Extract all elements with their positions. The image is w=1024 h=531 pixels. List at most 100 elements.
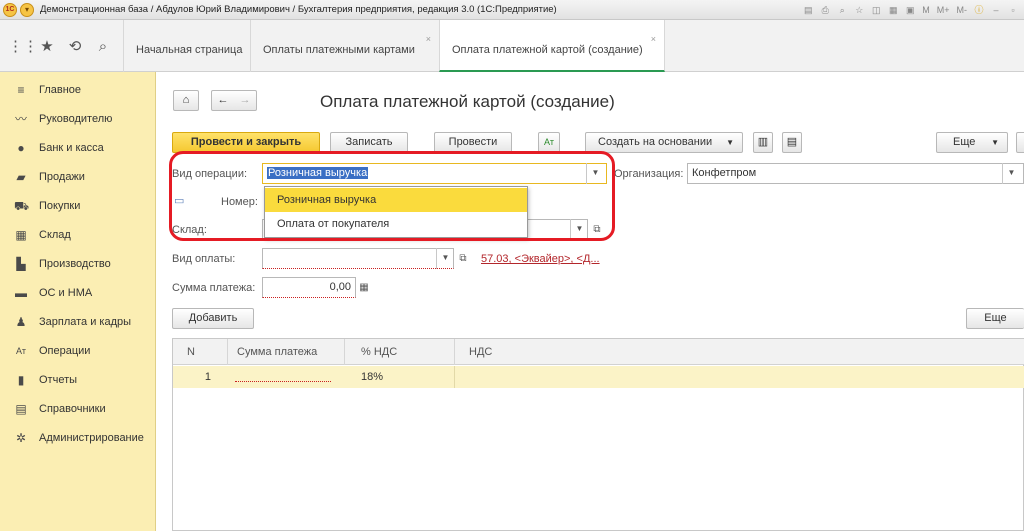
history-icon[interactable]: ◫ bbox=[869, 3, 883, 17]
sidebar-item-manager[interactable]: 〰 Руководителю bbox=[0, 105, 156, 134]
post-and-close-button[interactable]: Провести и закрыть bbox=[172, 132, 320, 153]
add-button[interactable]: Добавить bbox=[172, 308, 254, 329]
column-n[interactable]: N bbox=[173, 339, 228, 365]
main-menu-icon[interactable]: ▾ bbox=[20, 3, 34, 17]
history-clock-icon[interactable]: ⟲ bbox=[66, 38, 84, 56]
tab-card-payments[interactable]: Оплаты платежными картами × bbox=[250, 20, 439, 72]
sidebar-item-label: Производство bbox=[39, 258, 111, 270]
sidebar-item-production[interactable]: ▙ Производство bbox=[0, 250, 156, 279]
sidebar-item-salary[interactable]: ♟ Зарплата и кадры bbox=[0, 308, 156, 337]
search-icon[interactable]: ⌕ bbox=[835, 3, 849, 17]
print-icon[interactable]: ▥ bbox=[753, 132, 773, 153]
chevron-down-icon: ▼ bbox=[726, 138, 734, 147]
table-row[interactable]: 1 18% bbox=[173, 366, 1024, 388]
close-icon[interactable]: ▫ bbox=[1006, 3, 1020, 17]
print-icon[interactable]: ⎙ bbox=[818, 3, 832, 17]
person-icon: ♟ bbox=[15, 315, 27, 329]
factory-icon: ▙ bbox=[16, 257, 26, 271]
cell-vat-rate[interactable]: 18% bbox=[345, 366, 455, 388]
sidebar-item-label: Руководителю bbox=[39, 113, 113, 125]
cell-vat[interactable] bbox=[455, 366, 1024, 388]
tab-card-payment-create[interactable]: Оплата платежной картой (создание) × bbox=[439, 20, 665, 72]
organization-value: Конфетпром bbox=[692, 167, 757, 179]
bag-icon: ▰ bbox=[16, 170, 26, 184]
sidebar-item-label: Администрирование bbox=[39, 432, 144, 444]
calculator-icon[interactable]: ▦ bbox=[356, 277, 372, 298]
payment-amount-field[interactable]: 0,00 bbox=[262, 277, 356, 298]
cart-icon: ⛟ bbox=[14, 199, 30, 213]
calculator-icon[interactable]: ▦ bbox=[886, 3, 900, 17]
more-table-button[interactable]: Еще bbox=[966, 308, 1024, 329]
sidebar-item-purchases[interactable]: ⛟ Покупки bbox=[0, 192, 156, 221]
sidebar-item-directories[interactable]: ▤ Справочники bbox=[0, 395, 156, 424]
tab-bar: ⋮⋮ ★ ⟲ ⌕ Начальная страница Оплаты плате… bbox=[0, 20, 1024, 72]
sidebar-item-label: Справочники bbox=[39, 403, 106, 415]
memory-minus-button[interactable]: M- bbox=[955, 3, 970, 17]
gear-icon: ✲ bbox=[15, 431, 27, 445]
search-icon[interactable]: ⌕ bbox=[94, 38, 112, 56]
sidebar-item-label: Главное bbox=[39, 84, 82, 96]
tab-home[interactable]: Начальная страница bbox=[123, 20, 250, 72]
column-vat[interactable]: НДС bbox=[455, 339, 1024, 365]
chevron-down-icon: ▼ bbox=[991, 138, 999, 147]
back-arrow-icon[interactable]: ← bbox=[217, 94, 228, 106]
tab-close-icon[interactable]: × bbox=[651, 34, 656, 44]
sidebar-item-label: Продажи bbox=[39, 171, 85, 183]
payment-account-link[interactable]: 57.03, <Эквайер>, <Д... bbox=[481, 253, 600, 265]
calendar-icon[interactable]: ▣ bbox=[903, 3, 917, 17]
forward-arrow-icon[interactable]: → bbox=[240, 94, 251, 106]
more-button[interactable]: Еще ▼ bbox=[936, 132, 1008, 153]
create-based-on-label: Создать на основании bbox=[598, 136, 713, 148]
save-button[interactable]: Записать bbox=[330, 132, 408, 153]
save-icon[interactable]: ▤ bbox=[801, 3, 815, 17]
payment-type-field[interactable] bbox=[262, 248, 454, 269]
create-based-on-button[interactable]: Создать на основании ▼ bbox=[585, 132, 743, 153]
sidebar-item-label: Банк и касса bbox=[39, 142, 104, 154]
column-vat-rate[interactable]: % НДС bbox=[345, 339, 455, 365]
menu-lines-icon: ≡ bbox=[17, 83, 25, 97]
window-title: Демонстрационная база / Абдулов Юрий Вла… bbox=[40, 4, 557, 15]
payments-table: N Сумма платежа % НДС НДС 1 18% bbox=[172, 338, 1024, 531]
sidebar-item-bank[interactable]: ● Банк и касса bbox=[0, 134, 156, 163]
favorites-icon[interactable]: ☆ bbox=[852, 3, 866, 17]
sidebar-item-operations[interactable]: Ат Операции bbox=[0, 337, 156, 366]
open-icon[interactable]: ⧉ bbox=[455, 248, 471, 269]
star-icon[interactable]: ★ bbox=[38, 38, 56, 56]
more-label: Еще bbox=[984, 312, 1007, 324]
post-button[interactable]: Провести bbox=[434, 132, 512, 153]
document-form: ⌂ ← → Оплата платежной картой (создание)… bbox=[157, 72, 1024, 531]
home-icon[interactable]: ⌂ bbox=[173, 90, 199, 111]
sidebar-item-reports[interactable]: ▮ Отчеты bbox=[0, 366, 156, 395]
help-button[interactable] bbox=[1016, 132, 1024, 153]
bar-chart-icon: ▮ bbox=[17, 373, 25, 387]
sidebar-item-fixed-assets[interactable]: ▬ ОС и НМА bbox=[0, 279, 156, 308]
info-icon[interactable]: ⓘ bbox=[972, 3, 986, 17]
sidebar-item-label: ОС и НМА bbox=[39, 287, 93, 299]
memory-plus-button[interactable]: M+ bbox=[935, 3, 952, 17]
table-header: N Сумма платежа % НДС НДС bbox=[173, 339, 1024, 365]
sidebar-item-main[interactable]: ≡ Главное bbox=[0, 76, 156, 105]
memory-m-button[interactable]: M bbox=[920, 3, 932, 17]
tab-label: Начальная страница bbox=[136, 44, 243, 56]
sidebar-item-admin[interactable]: ✲ Администрирование bbox=[0, 424, 156, 453]
minimize-icon[interactable]: – bbox=[989, 3, 1003, 17]
cell-amount[interactable] bbox=[235, 366, 331, 382]
organization-field[interactable]: Конфетпром bbox=[687, 163, 1024, 184]
warehouse-icon: ▦ bbox=[15, 228, 27, 242]
sidebar-item-label: Склад bbox=[39, 229, 71, 241]
sidebar-item-warehouse[interactable]: ▦ Склад bbox=[0, 221, 156, 250]
trend-icon: 〰 bbox=[14, 112, 27, 126]
chevron-down-icon[interactable]: ▼ bbox=[436, 248, 454, 269]
operations-icon: Ат bbox=[16, 346, 26, 356]
apps-grid-icon[interactable]: ⋮⋮ bbox=[8, 38, 38, 56]
chevron-down-icon[interactable]: ▼ bbox=[1002, 163, 1020, 184]
tab-close-icon[interactable]: × bbox=[426, 34, 431, 44]
sidebar-item-label: Покупки bbox=[39, 200, 81, 212]
document-icon[interactable]: ▤ bbox=[782, 132, 802, 153]
posting-results-icon[interactable]: Ат bbox=[538, 132, 560, 153]
payment-type-label: Вид оплаты: bbox=[172, 253, 236, 265]
column-amount[interactable]: Сумма платежа bbox=[228, 339, 345, 365]
tab-label: Оплата платежной картой (создание) bbox=[452, 44, 643, 56]
title-toolbar: ▤ ⎙ ⌕ ☆ ◫ ▦ ▣ M M+ M- ⓘ – ▫ bbox=[801, 2, 1020, 18]
sidebar-item-sales[interactable]: ▰ Продажи bbox=[0, 163, 156, 192]
